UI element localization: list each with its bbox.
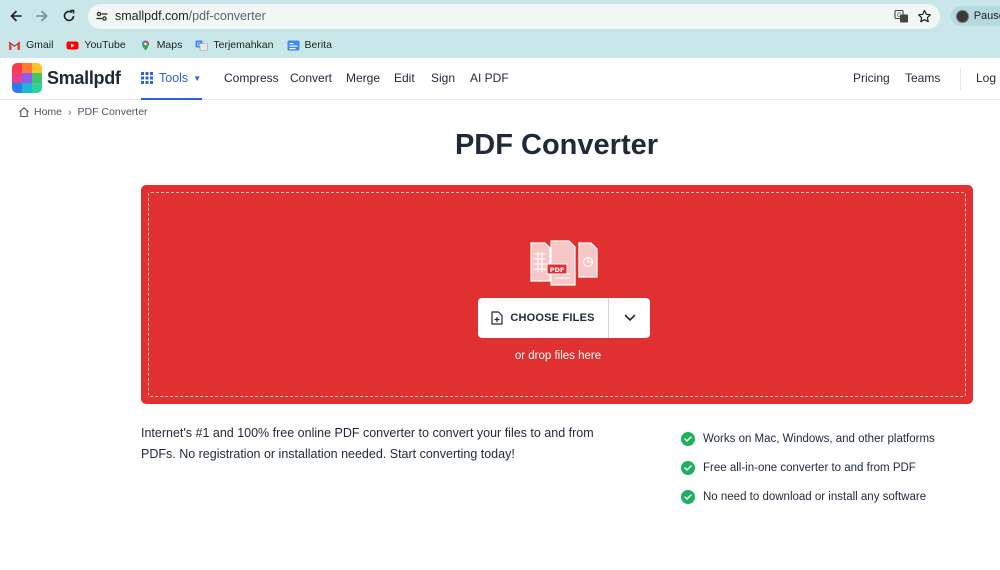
tool-description: Internet's #1 and 100% free online PDF c… <box>141 426 594 461</box>
breadcrumb: Home › PDF Converter <box>18 106 148 118</box>
nav-login-clip: Log In <box>976 71 1000 85</box>
browser-toolbar: smallpdf.com/pdf-converter G Paused <box>0 0 1000 32</box>
site-header: Smallpdf Tools ▼ Compress Convert Merge … <box>0 58 1000 100</box>
svg-text:G: G <box>197 42 201 48</box>
gmail-icon <box>8 41 21 50</box>
bookmark-news[interactable]: Berita <box>287 39 332 51</box>
maps-icon <box>141 40 149 50</box>
check-circle-icon <box>681 431 695 446</box>
svg-text:G: G <box>897 12 902 19</box>
bookmark-translate[interactable]: G Terjemahkan <box>195 39 274 51</box>
back-button[interactable] <box>7 7 25 25</box>
bookmark-gmail[interactable]: Gmail <box>8 39 53 51</box>
bookmark-maps[interactable]: Maps <box>139 39 183 51</box>
bookmark-youtube[interactable]: YouTube <box>66 39 126 51</box>
bookmark-label: YouTube <box>84 39 126 51</box>
nav-login[interactable]: Log In <box>976 71 1000 85</box>
header-divider <box>960 68 961 90</box>
breadcrumb-separator: › <box>68 106 72 118</box>
reload-icon <box>63 9 75 22</box>
feature-text: No need to download or install any softw… <box>703 491 927 504</box>
check-circle-icon <box>681 490 695 505</box>
check-circle-icon <box>681 460 695 475</box>
nav-compress[interactable]: Compress <box>224 71 279 85</box>
logo-text: Smallpdf <box>47 67 121 88</box>
avatar <box>956 9 969 23</box>
nav-ai-pdf[interactable]: AI PDF <box>470 71 509 85</box>
translate-icon: G <box>195 40 209 51</box>
address-bar[interactable]: smallpdf.com/pdf-converter G <box>88 4 940 29</box>
file-dropzone[interactable]: PDF CHOOSE FILES or drop files here <box>141 185 973 404</box>
nav-pricing[interactable]: Pricing <box>853 71 890 85</box>
feature-list: Works on Mac, Windows, and other platfor… <box>681 424 935 512</box>
dropzone-dashed-border: PDF CHOOSE FILES or drop files here <box>148 192 966 397</box>
pdf-badge: PDF <box>550 266 565 274</box>
chevron-down-icon <box>624 314 635 322</box>
files-illustration-icon: PDF <box>530 240 598 286</box>
nav-teams[interactable]: Teams <box>905 71 940 85</box>
bookmarks-bar: Gmail YouTube Maps G Terjemahkan Berita <box>0 32 1000 58</box>
caret-down-icon: ▼ <box>193 73 202 83</box>
bookmark-label: Berita <box>304 39 332 51</box>
star-icon[interactable] <box>917 9 932 24</box>
url-host: smallpdf.com <box>115 9 189 23</box>
file-plus-icon <box>491 311 503 325</box>
youtube-icon <box>66 41 79 49</box>
feature-item: Free all-in-one converter to and from PD… <box>681 453 935 482</box>
choose-source-dropdown[interactable] <box>609 298 650 338</box>
translate-page-icon[interactable]: G <box>894 9 909 24</box>
page-title: PDF Converter <box>454 129 659 161</box>
tools-label: Tools <box>159 71 189 85</box>
feature-item: Works on Mac, Windows, and other platfor… <box>681 424 935 453</box>
nav-convert[interactable]: Convert <box>290 71 332 85</box>
tools-menu[interactable]: Tools ▼ <box>141 58 202 100</box>
bookmark-label: Gmail <box>26 39 54 51</box>
smallpdf-logo[interactable]: Smallpdf <box>12 63 121 93</box>
url-text: smallpdf.com/pdf-converter <box>115 9 266 23</box>
arrow-left-icon <box>10 10 22 22</box>
profile-chip[interactable]: Paused <box>951 6 1000 26</box>
profile-label: Paused <box>973 10 1000 22</box>
choose-files-button[interactable]: CHOOSE FILES <box>478 298 609 338</box>
breadcrumb-current: PDF Converter <box>77 106 148 118</box>
smallpdf-logo-icon <box>12 63 42 93</box>
bookmark-label: Maps <box>156 39 183 51</box>
forward-button[interactable] <box>33 7 51 25</box>
feature-item: No need to download or install any softw… <box>681 483 935 512</box>
reload-button[interactable] <box>60 7 78 25</box>
grid-icon <box>141 72 153 84</box>
home-icon <box>19 107 29 118</box>
nav-edit[interactable]: Edit <box>394 71 415 85</box>
feature-text: Works on Mac, Windows, and other platfor… <box>703 432 935 445</box>
news-icon <box>287 40 299 50</box>
url-path: /pdf-converter <box>188 9 266 23</box>
site-settings-icon[interactable] <box>95 9 109 23</box>
drop-hint: or drop files here <box>514 350 602 362</box>
breadcrumb-home[interactable]: Home <box>34 106 62 118</box>
choose-files-group: CHOOSE FILES <box>478 298 650 338</box>
nav-merge[interactable]: Merge <box>346 71 380 85</box>
choose-files-label: CHOOSE FILES <box>510 312 595 324</box>
bookmark-label: Terjemahkan <box>213 39 274 51</box>
nav-sign[interactable]: Sign <box>431 71 455 85</box>
feature-text: Free all-in-one converter to and from PD… <box>703 461 916 474</box>
arrow-right-icon <box>36 10 48 22</box>
